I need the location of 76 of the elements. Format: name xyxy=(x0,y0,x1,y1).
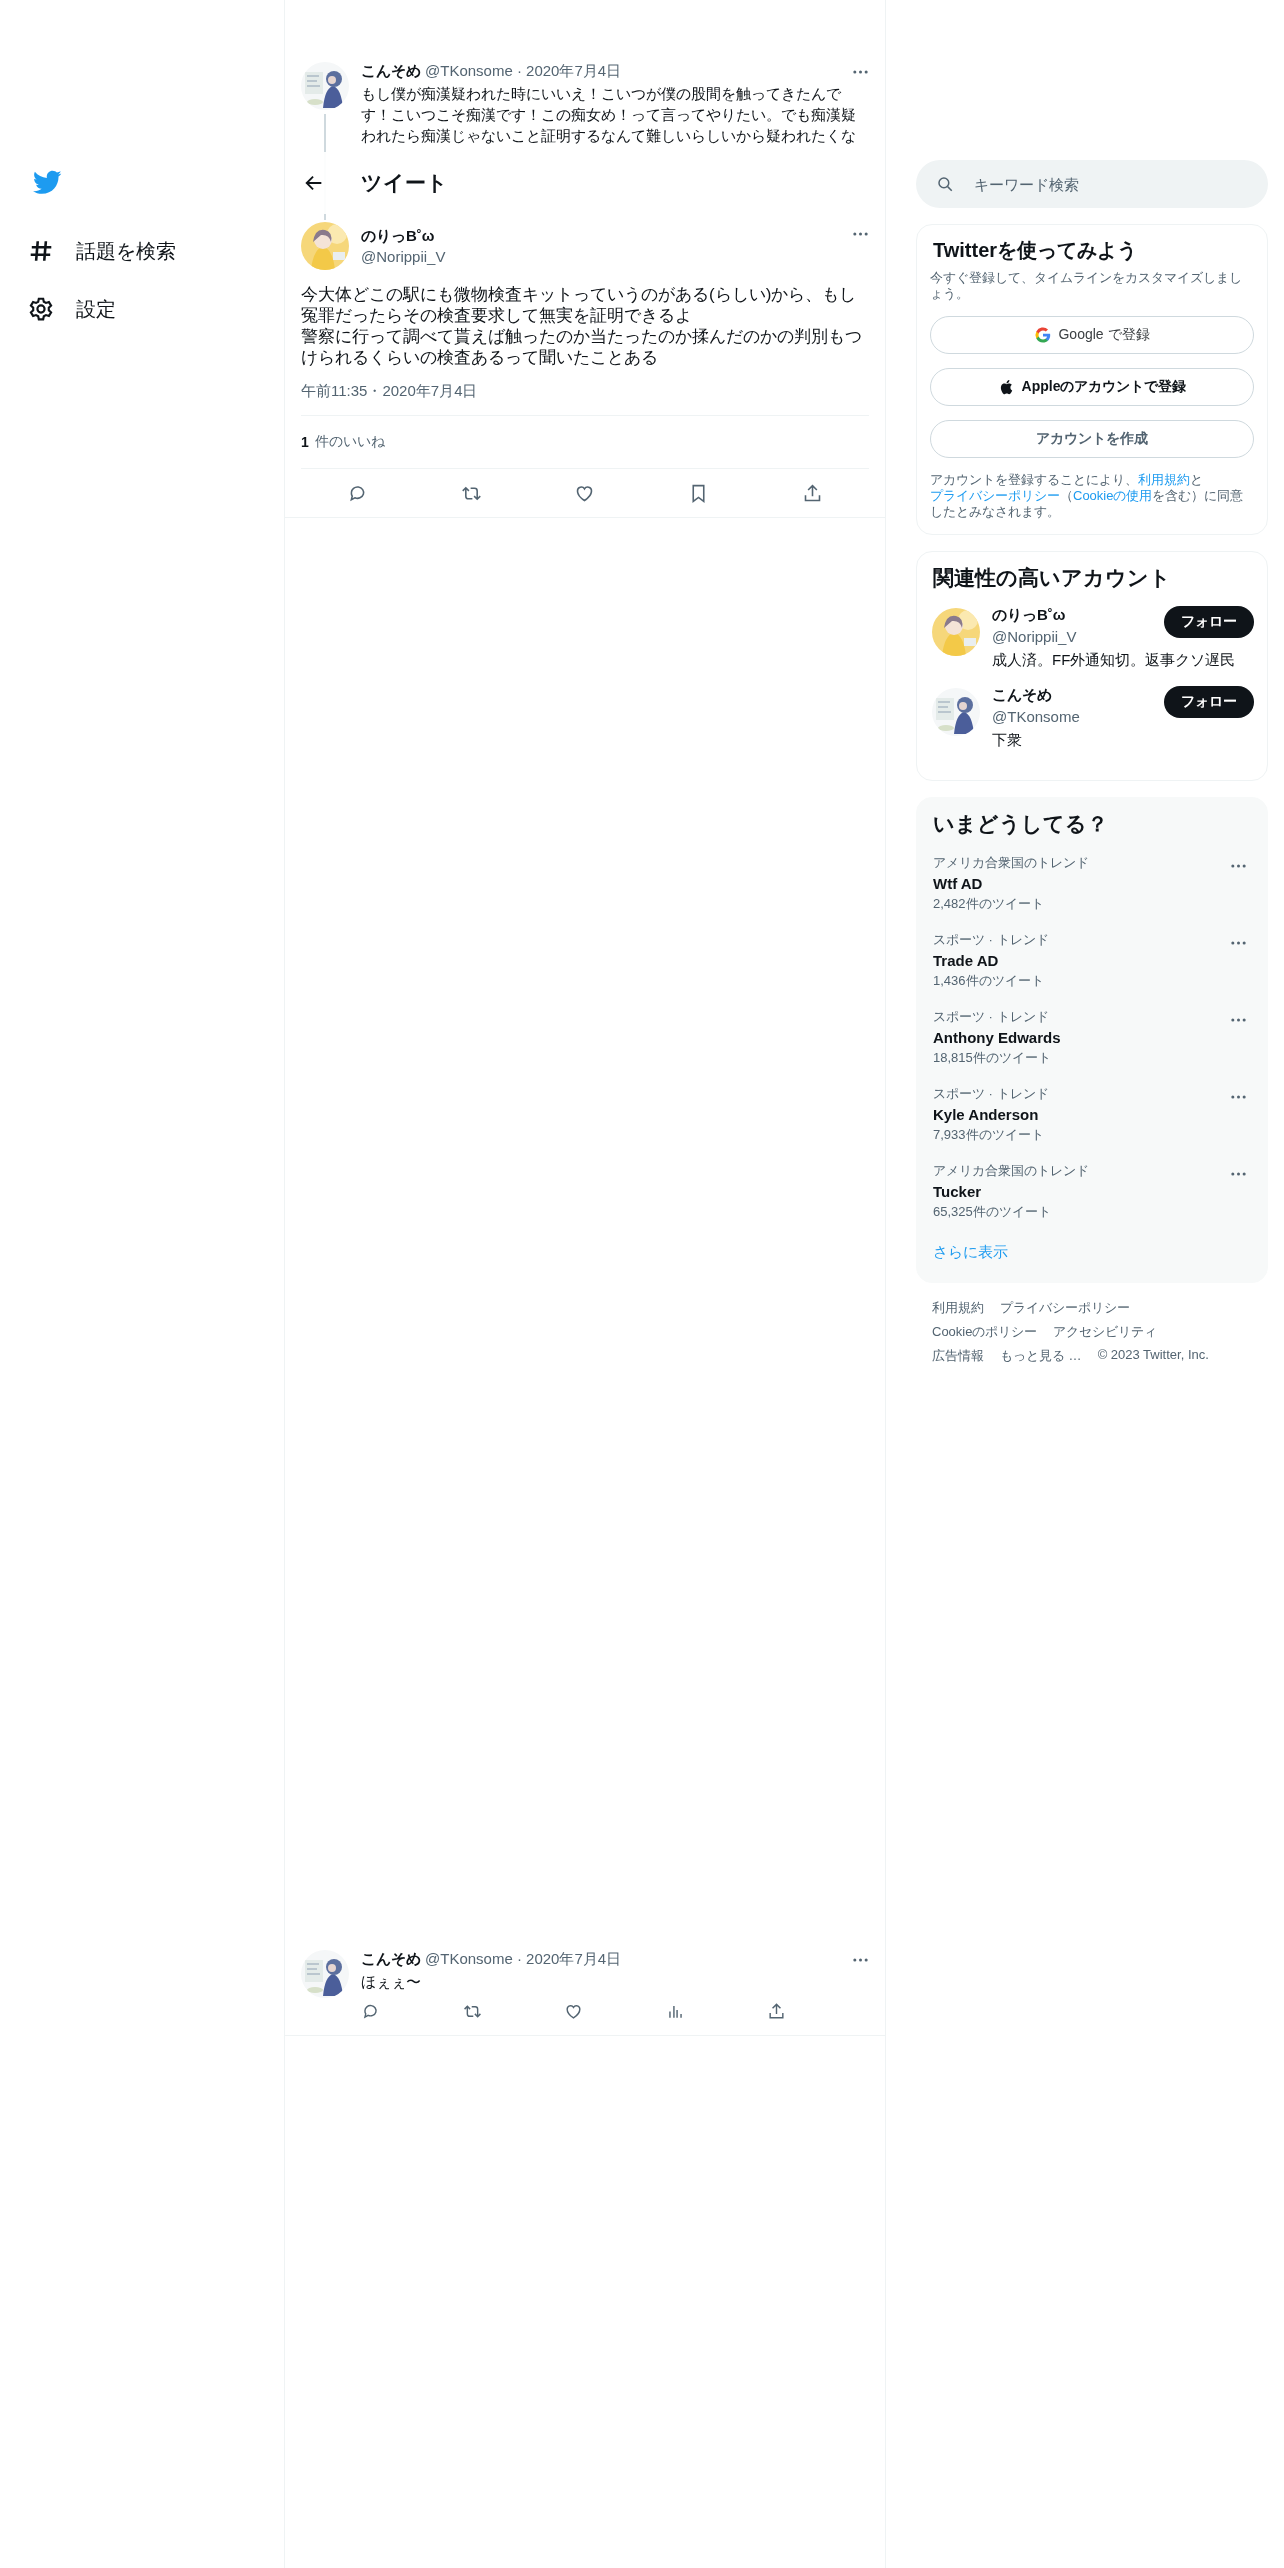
user-name[interactable]: のりっB˚ω xyxy=(361,227,435,246)
user-handle[interactable]: @Norippii_V xyxy=(992,628,1077,645)
trend-name: Anthony Edwards xyxy=(933,1029,1061,1046)
copyright: © 2023 Twitter, Inc. xyxy=(1097,1347,1209,1364)
trend-context: スポーツ · トレンド xyxy=(933,1085,1049,1103)
trend-item[interactable]: アメリカ合衆国のトレンド Tucker 65,325件のツイート xyxy=(930,1160,1254,1237)
card-title: いまどうしてる？ xyxy=(932,811,1109,838)
trend-item[interactable]: スポーツ · トレンド Kyle Anderson 7,933件のツイート xyxy=(930,1083,1254,1160)
user-bio: 下衆 xyxy=(992,731,1022,750)
share-icon[interactable] xyxy=(767,2002,787,2021)
like-count: 1 xyxy=(301,434,309,450)
trend-item[interactable]: スポーツ · トレンド Anthony Edwards 18,815件のツイート xyxy=(930,1006,1254,1083)
trend-name: Kyle Anderson xyxy=(933,1106,1039,1123)
google-icon xyxy=(1034,326,1053,344)
follow-button[interactable]: フォロー xyxy=(1164,686,1254,718)
user-handle[interactable]: @TKonsome xyxy=(992,708,1080,725)
card-title: Twitterを使ってみよう xyxy=(932,238,1139,263)
page-title: ツイート xyxy=(361,170,448,196)
nav-item[interactable]: 話題を検索 xyxy=(28,222,176,280)
trend-item[interactable]: アメリカ合衆国のトレンド Wtf AD 2,482件のツイート xyxy=(930,852,1254,929)
bird-icon[interactable] xyxy=(32,170,62,196)
tweet-text: 警察に行って調べて貰えば触ったのか当たったのか揉んだのかの判別もつけられるくらいの検査あるって聞いたことある xyxy=(301,326,863,368)
retweet-icon[interactable] xyxy=(462,2002,482,2021)
user-name[interactable]: こんそめ xyxy=(361,62,421,81)
terms-notice: アカウントを登録することにより、利用規約 と プライバシーポリシー（Cookieの使用を含む）に同意したとみなされます。 xyxy=(930,472,1245,520)
tweet-count: 7,933件のツイート xyxy=(933,1126,1044,1144)
signup-button[interactable]: Google で登録 xyxy=(930,316,1254,354)
tweet-text: もし僕が痴漢疑われた時にいいえ！こいつが僕の股間を触ってきたんです！こいつこそ痴漢です！この痴女め！って言ってやりたい。でも痴漢疑われたら痴漢じゃないこと証明するなんて難しいらしいから疑われたくな xyxy=(361,84,857,146)
tweet-count: 1,436件のツイート xyxy=(933,972,1044,990)
hashtag-icon xyxy=(28,238,54,264)
footer-link[interactable]: Cookieのポリシー xyxy=(932,1323,1038,1341)
handle-and-date: @TKonsome · 2020年7月4日 xyxy=(425,62,622,81)
user-bio: 成人済。FF外通知切。返事クソ遅民 xyxy=(992,651,1236,670)
card-title: 関連性の高いアカウント xyxy=(932,565,1172,591)
footer-link[interactable]: アクセシビリティ xyxy=(1053,1323,1158,1341)
footer-link[interactable]: プライバシーポリシー xyxy=(1000,1299,1130,1317)
follow-button[interactable]: フォロー xyxy=(1164,606,1254,638)
handle-and-date: @TKonsome · 2020年7月4日 xyxy=(425,1950,622,1969)
signup-button[interactable]: アカウントを作成 xyxy=(930,420,1254,458)
card-subtitle: 今すぐ登録して、タイムラインをカスタマイズしましょう。 xyxy=(930,270,1243,302)
tweet-timestamp[interactable]: 午前11:35・2020年7月4日 xyxy=(301,382,869,416)
search-field[interactable]: キーワード検索 xyxy=(916,160,1268,208)
more-icon[interactable] xyxy=(852,1957,869,1962)
user-name[interactable]: のりっB˚ω xyxy=(992,606,1066,625)
tweet-count: 18,815件のツイート xyxy=(933,1049,1051,1067)
trend-context: スポーツ · トレンド xyxy=(933,1008,1049,1026)
user-handle[interactable]: @Norippii_V xyxy=(361,248,446,265)
signup-button[interactable]: Appleのアカウントで登録 xyxy=(930,368,1254,406)
user-name[interactable]: こんそめ xyxy=(361,1950,421,1969)
tweet-count: 65,325件のツイート xyxy=(933,1203,1051,1221)
more-icon[interactable] xyxy=(852,69,869,74)
more-icon[interactable] xyxy=(1230,1095,1247,1099)
trend-name: Wtf AD xyxy=(933,875,983,892)
nav-item[interactable]: 設定 xyxy=(28,280,116,338)
comment-icon[interactable] xyxy=(361,2002,380,2021)
trend-item[interactable]: スポーツ · トレンド Trade AD 1,436件のツイート xyxy=(930,929,1254,1006)
more-icon[interactable] xyxy=(852,232,869,236)
like-label[interactable]: 件のいいね xyxy=(314,433,385,451)
trend-name: Trade AD xyxy=(933,952,999,969)
tweet-count: 2,482件のツイート xyxy=(933,895,1044,913)
tweet-text: ほぇぇ〜 xyxy=(361,1972,422,1992)
user-name[interactable]: こんそめ xyxy=(992,686,1052,705)
footer-link[interactable]: 利用規約 xyxy=(932,1299,984,1317)
trend-context: アメリカ合衆国のトレンド xyxy=(933,854,1089,872)
trend-context: アメリカ合衆国のトレンド xyxy=(933,1162,1089,1180)
trend-context: スポーツ · トレンド xyxy=(933,931,1049,949)
footer-link[interactable]: もっと見る … xyxy=(1000,1347,1082,1365)
more-icon[interactable] xyxy=(1230,941,1247,945)
trend-name: Tucker xyxy=(933,1183,982,1200)
settings-icon xyxy=(28,296,54,322)
more-icon[interactable] xyxy=(1230,1018,1247,1022)
search-icon xyxy=(936,175,954,193)
more-icon[interactable] xyxy=(1230,1172,1247,1176)
tweet-text: 今大体どこの駅にも微物検査キットっていうのがある(らしい)から、もし冤罪だったらその検査要求して無実を証明できるよ xyxy=(301,284,858,326)
footer-link[interactable]: 広告情報 xyxy=(932,1347,984,1365)
more-icon[interactable] xyxy=(1230,864,1247,868)
